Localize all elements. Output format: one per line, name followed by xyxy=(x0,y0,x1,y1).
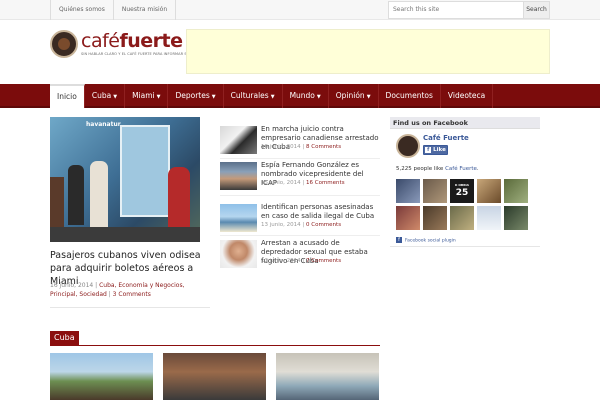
news-thumbnail[interactable] xyxy=(220,240,257,268)
fan-avatar[interactable] xyxy=(504,179,528,203)
news-meta: 13 junio, 2014 | 7 Comments xyxy=(261,258,342,264)
nav-item-deportes[interactable]: Deportes ▼ xyxy=(168,84,224,108)
site-search: Search this site Search xyxy=(388,1,550,19)
nav-item-miami[interactable]: Miami ▼ xyxy=(125,84,169,108)
news-item[interactable]: Espía Fernando González es nombrado vice… xyxy=(220,161,380,192)
top-link-quienes-somos[interactable]: Quiénes somos xyxy=(50,0,114,20)
logo-tagline: SIN HABLAR CLARO Y EL CAFÉ FUERTE PARA I… xyxy=(81,52,195,56)
search-input[interactable]: Search this site xyxy=(388,1,524,19)
fan-avatar[interactable] xyxy=(477,179,501,203)
caret-down-icon: ▼ xyxy=(113,94,118,100)
news-title[interactable]: Identifican personas asesinadas en caso … xyxy=(261,203,380,221)
nav-item-videoteca[interactable]: Videoteca xyxy=(441,84,494,108)
news-meta: 15 junio, 2014 | 16 Comments xyxy=(261,180,345,186)
featured-image[interactable]: havanatur xyxy=(50,117,200,242)
nav-item-cuba[interactable]: Cuba ▼ xyxy=(85,84,126,108)
news-thumbnail[interactable] xyxy=(220,126,257,154)
fan-avatar[interactable]: K OBRIA 25 xyxy=(450,179,474,203)
search-button[interactable]: Search xyxy=(524,1,550,19)
section-article-image[interactable] xyxy=(163,353,266,400)
facebook-widget-header: Find us on Facebook xyxy=(390,117,540,129)
nav-item-inicio[interactable]: Inicio xyxy=(50,84,85,108)
news-meta: 16 junio, 2014 | 8 Comments xyxy=(261,144,342,150)
section-article-image[interactable] xyxy=(276,353,379,400)
divider xyxy=(220,195,380,196)
news-item[interactable]: Arrestan a acusado de depredador sexual … xyxy=(220,239,380,270)
nav-item-mundo[interactable]: Mundo ▼ xyxy=(283,84,329,108)
featured-date: 16 junio, 2014 xyxy=(50,282,94,289)
featured-image-sign: havanatur xyxy=(86,121,121,128)
fan-avatar[interactable] xyxy=(423,179,447,203)
coffee-cup-logo-icon xyxy=(50,30,78,58)
facebook-page-name[interactable]: Café Fuerte xyxy=(423,134,469,142)
facebook-social-plugin[interactable]: f Facebook social plugin xyxy=(396,237,456,244)
top-link-nuestra-mision[interactable]: Nuestra misión xyxy=(114,0,177,20)
site-logo[interactable]: caféfuerte SIN HABLAR CLARO Y EL CAFÉ FU… xyxy=(50,30,195,60)
logo-wordmark: caféfuerte xyxy=(81,30,183,52)
nav-item-culturales[interactable]: Culturales ▼ xyxy=(224,84,283,108)
caret-down-icon: ▼ xyxy=(316,94,321,100)
nav-item-opinion[interactable]: Opinión ▼ xyxy=(329,84,379,108)
fan-avatar[interactable] xyxy=(396,206,420,230)
divider xyxy=(220,158,380,159)
facebook-fans-grid: K OBRIA 25 xyxy=(396,179,528,231)
fan-avatar[interactable] xyxy=(477,206,501,230)
section-article-image[interactable] xyxy=(50,353,153,400)
news-item[interactable]: En marcha juicio contra empresario canad… xyxy=(220,125,380,156)
fan-avatar[interactable] xyxy=(450,206,474,230)
news-meta: 13 junio, 2014 | 0 Comments xyxy=(261,222,342,228)
main-nav: Inicio Cuba ▼ Miami ▼ Deportes ▼ Culturales ▼ Mun… xyxy=(0,84,600,108)
top-bar: Quiénes somos Nuestra misión Search this… xyxy=(0,0,600,20)
facebook-page-avatar[interactable] xyxy=(396,134,420,158)
nav-item-documentos[interactable]: Documentos xyxy=(379,84,441,108)
featured-comments[interactable]: 3 Comments xyxy=(113,291,151,298)
fan-avatar[interactable] xyxy=(423,206,447,230)
news-thumbnail[interactable] xyxy=(220,204,257,232)
featured-meta: 16 junio, 2014 | Cuba, Economía y Negoci… xyxy=(50,282,185,298)
nav-list: Inicio Cuba ▼ Miami ▼ Deportes ▼ Culturales ▼ Mun… xyxy=(50,84,494,108)
caret-down-icon: ▼ xyxy=(366,94,371,100)
facebook-like-button[interactable]: f Like xyxy=(423,145,448,155)
caret-down-icon: ▼ xyxy=(156,94,161,100)
caret-down-icon: ▼ xyxy=(270,94,275,100)
section-label-cuba[interactable]: Cuba xyxy=(50,331,79,345)
news-thumbnail[interactable] xyxy=(220,162,257,190)
facebook-icon: f xyxy=(396,237,402,243)
news-item[interactable]: Identifican personas asesinadas en caso … xyxy=(220,203,380,234)
caret-down-icon: ▼ xyxy=(211,94,216,100)
fan-avatar[interactable] xyxy=(504,206,528,230)
fan-avatar[interactable] xyxy=(396,179,420,203)
ad-banner[interactable] xyxy=(186,29,550,74)
facebook-icon: f xyxy=(425,146,432,153)
top-links: Quiénes somos Nuestra misión xyxy=(50,0,177,20)
section-divider xyxy=(50,345,380,346)
divider xyxy=(220,235,380,236)
divider xyxy=(50,307,210,308)
